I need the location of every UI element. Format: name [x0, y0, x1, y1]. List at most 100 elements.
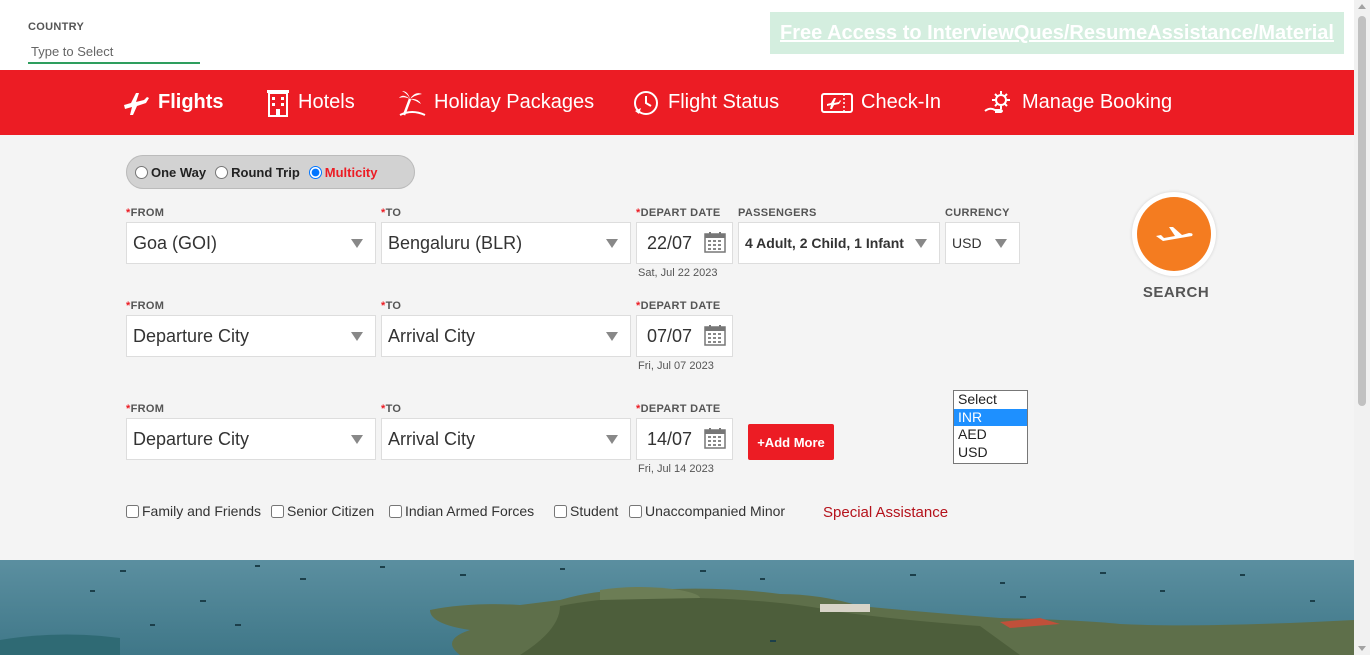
- chevron-down-icon: [351, 332, 363, 341]
- armed-forces-checkbox[interactable]: [389, 504, 402, 518]
- currency-listbox[interactable]: Select INR AED USD: [953, 390, 1028, 464]
- armed-forces-label: Indian Armed Forces: [405, 503, 535, 519]
- depart-date-label-2: *DEPART DATE: [636, 300, 721, 312]
- country-label: COUNTRY: [28, 21, 85, 33]
- scrollbar-thumb[interactable]: [1358, 16, 1366, 406]
- plane-icon: [124, 92, 149, 115]
- from-value-1: Goa (GOI): [133, 232, 218, 253]
- currency-option[interactable]: USD: [954, 444, 1027, 462]
- multicity-radio[interactable]: [308, 165, 322, 179]
- from-label-2: *FROM: [126, 300, 165, 312]
- nav-flights[interactable]: Flights: [122, 70, 224, 135]
- from-value-2: Departure City: [133, 325, 250, 346]
- from-value-3: Departure City: [133, 428, 250, 449]
- depart-date-label-1: *DEPART DATE: [636, 207, 721, 219]
- flight-status-icon: [634, 90, 658, 115]
- nav-holiday-packages[interactable]: Holiday Packages: [398, 70, 594, 135]
- calendar-icon: [704, 232, 726, 253]
- depart-date-full-3: Fri, Jul 14 2023: [638, 463, 714, 475]
- currency-label: CURRENCY: [945, 207, 1010, 219]
- discount-senior-citizen[interactable]: Senior Citizen: [271, 503, 374, 519]
- student-checkbox[interactable]: [554, 504, 567, 518]
- nav-check-in[interactable]: Check-In: [821, 70, 941, 135]
- hero-image: [0, 560, 1354, 655]
- search-button[interactable]: [1132, 192, 1216, 276]
- scroll-up-arrow-icon[interactable]: [1358, 4, 1366, 9]
- senior-citizen-label: Senior Citizen: [287, 503, 375, 519]
- hotel-icon: [267, 89, 289, 117]
- promo-link[interactable]: Free Access to InterviewQues/ResumeAssis…: [780, 22, 1334, 45]
- from-select-2[interactable]: Departure City: [126, 315, 376, 357]
- scroll-down-arrow-icon[interactable]: [1358, 646, 1366, 651]
- student-label: Student: [570, 503, 619, 519]
- page-scrollbar[interactable]: [1354, 0, 1370, 655]
- depart-date-input-1[interactable]: 22/07: [636, 222, 733, 264]
- nav-hotels[interactable]: Hotels: [266, 70, 355, 135]
- family-friends-checkbox[interactable]: [126, 504, 139, 518]
- boarding-pass-icon: [821, 92, 853, 113]
- round-trip-radio[interactable]: [215, 165, 229, 179]
- nav-manage-booking-label: Manage Booking: [1022, 91, 1173, 113]
- trip-multicity[interactable]: Multicity: [308, 164, 378, 180]
- calendar-icon: [704, 428, 726, 449]
- one-way-radio[interactable]: [135, 165, 148, 179]
- to-value-3: Arrival City: [388, 428, 476, 449]
- nav-check-in-label: Check-In: [861, 91, 942, 113]
- to-label-2: *TO: [381, 300, 402, 312]
- nav-flights-label: Flights: [158, 91, 224, 113]
- to-select-1[interactable]: Bengaluru (BLR): [381, 222, 631, 264]
- add-more-button[interactable]: +Add More: [748, 424, 834, 460]
- chevron-down-icon: [915, 239, 927, 248]
- chevron-down-icon: [351, 239, 363, 248]
- currency-option-highlighted[interactable]: INR: [954, 408, 1027, 426]
- chevron-down-icon: [995, 239, 1007, 248]
- unaccompanied-minor-checkbox[interactable]: [629, 504, 642, 518]
- currency-option[interactable]: AED: [954, 426, 1027, 444]
- trip-one-way[interactable]: One Way: [135, 165, 206, 180]
- to-label-1: *TO: [381, 207, 402, 219]
- unaccompanied-minor-label: Unaccompanied Minor: [645, 503, 786, 519]
- calendar-icon: [704, 325, 726, 346]
- nav-hotels-label: Hotels: [298, 91, 355, 113]
- discount-family-friends[interactable]: Family and Friends: [126, 503, 261, 519]
- search-label: SEARCH: [1142, 284, 1210, 301]
- special-assistance-link[interactable]: Special Assistance: [823, 504, 948, 521]
- top-bar: COUNTRY Free Access to InterviewQues/Res…: [0, 0, 1354, 70]
- depart-date-value-2: 07/07: [647, 325, 693, 346]
- multicity-label: Multicity: [324, 164, 378, 180]
- to-select-3[interactable]: Arrival City: [381, 418, 631, 460]
- from-label-1: *FROM: [126, 207, 165, 219]
- nav-flight-status-label: Flight Status: [668, 91, 780, 113]
- currency-select[interactable]: USD: [945, 222, 1020, 264]
- depart-date-value-3: 14/07: [647, 428, 693, 449]
- nav-manage-booking[interactable]: Manage Booking: [984, 70, 1172, 135]
- currency-option[interactable]: Select: [954, 391, 1027, 409]
- depart-date-input-3[interactable]: 14/07: [636, 418, 733, 460]
- palm-tree-icon: [399, 90, 426, 116]
- trip-round-trip[interactable]: Round Trip: [215, 165, 300, 180]
- country-input[interactable]: [28, 40, 200, 64]
- discount-unaccompanied-minor[interactable]: Unaccompanied Minor: [629, 503, 785, 519]
- to-value-2: Arrival City: [388, 325, 476, 346]
- round-trip-label: Round Trip: [231, 164, 300, 180]
- nav-flight-status[interactable]: Flight Status: [632, 70, 779, 135]
- senior-citizen-checkbox[interactable]: [271, 504, 284, 518]
- trip-type-selector: One Way Round Trip Multicity: [126, 155, 415, 189]
- search-button-circle: [1137, 197, 1211, 271]
- depart-date-input-2[interactable]: 07/07: [636, 315, 733, 357]
- from-select-1[interactable]: Goa (GOI): [126, 222, 376, 264]
- plane-takeoff-icon: [1156, 227, 1193, 241]
- chevron-down-icon: [606, 435, 618, 444]
- to-value-1: Bengaluru (BLR): [388, 232, 523, 253]
- chevron-down-icon: [351, 435, 363, 444]
- discount-armed-forces[interactable]: Indian Armed Forces: [389, 503, 534, 519]
- chevron-down-icon: [606, 332, 618, 341]
- family-friends-label: Family and Friends: [142, 503, 262, 519]
- to-select-2[interactable]: Arrival City: [381, 315, 631, 357]
- from-select-3[interactable]: Departure City: [126, 418, 376, 460]
- chevron-down-icon: [606, 239, 618, 248]
- discount-student[interactable]: Student: [554, 503, 618, 519]
- passengers-label: PASSENGERS: [738, 207, 817, 219]
- passengers-select[interactable]: 4 Adult, 2 Child, 1 Infant: [738, 222, 940, 264]
- to-label-3: *TO: [381, 403, 402, 415]
